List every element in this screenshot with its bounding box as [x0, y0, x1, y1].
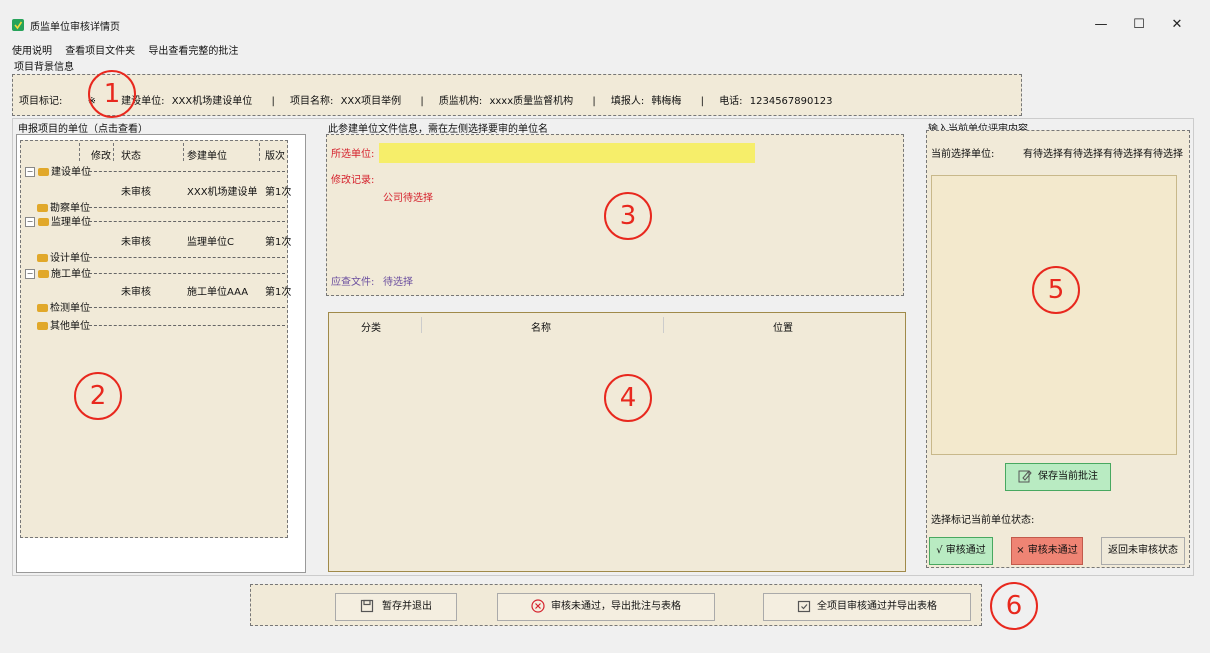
status-label: 选择标记当前单位状态: — [931, 515, 1035, 526]
close-button[interactable]: ✕ — [1168, 16, 1186, 34]
col-category[interactable]: 分类 — [361, 319, 381, 334]
project-info-box: 项目标记: ※ 建设单位: XXX机场建设单位 | 项目名称: XXX项目举例 … — [12, 74, 1022, 116]
calendar-check-icon — [797, 600, 811, 613]
filler-label: 填报人: — [610, 96, 645, 107]
annotation-1: 1 — [88, 70, 136, 118]
project-info-line: 项目标记: ※ 建设单位: XXX机场建设单位 | 项目名称: XXX项目举例 … — [19, 92, 836, 107]
tree-col-modify[interactable]: 修改 — [91, 147, 111, 162]
folder-icon — [38, 270, 49, 278]
tree-group-builder[interactable]: − 建设单位 — [25, 163, 91, 178]
window-title: 质监单位审核详情页 — [30, 22, 120, 33]
tree-col-unit[interactable]: 参建单位 — [187, 147, 227, 162]
separator: | — [271, 96, 275, 107]
reject-export-button[interactable]: 审核未通过，导出批注与表格 — [497, 593, 715, 621]
approve-button[interactable]: √ 审核通过 — [929, 537, 993, 565]
collapse-icon[interactable]: − — [25, 217, 35, 227]
menu-item-export-annotations[interactable]: 导出查看完整的批注 — [148, 42, 238, 57]
annotation-2: 2 — [74, 372, 122, 420]
tree-col-status[interactable]: 状态 — [121, 147, 141, 162]
tree-row-unit[interactable]: XXX机场建设单 — [187, 183, 263, 198]
review-files-value: 待选择 — [383, 277, 413, 288]
filler-value: 韩梅梅 — [651, 96, 682, 107]
approve-all-export-button[interactable]: 全项目审核通过并导出表格 — [763, 593, 971, 621]
save-annotation-button[interactable]: 保存当前批注 — [1005, 463, 1111, 491]
annotation-3: 3 — [604, 192, 652, 240]
separator: | — [592, 96, 596, 107]
maximize-button[interactable]: ☐ — [1130, 16, 1148, 34]
collapse-icon[interactable]: − — [25, 167, 35, 177]
app-icon — [12, 19, 24, 31]
agency-value: xxxx质量监督机构 — [489, 96, 574, 107]
folder-icon — [38, 168, 49, 176]
tree-row-version[interactable]: 第1次 — [265, 283, 291, 298]
col-name[interactable]: 名称 — [531, 319, 551, 334]
bottom-button-bar: 暂存并退出 审核未通过，导出批注与表格 全项目审核通过并导出表格 — [250, 584, 982, 626]
folder-icon — [37, 304, 48, 312]
tree-group-other[interactable]: 其他单位 — [37, 317, 90, 332]
collapse-icon[interactable]: − — [25, 269, 35, 279]
reject-button[interactable]: × 审核未通过 — [1011, 537, 1083, 565]
title-bar: 质监单位审核详情页 — ☐ ✕ — [0, 0, 1210, 40]
folder-icon — [37, 204, 48, 212]
project-section-title: 项目背景信息 — [14, 62, 74, 73]
builder-value: XXX机场建设单位 — [171, 96, 253, 107]
modify-record-value: 公司待选择 — [383, 193, 433, 204]
modify-record-label: 修改记录: — [331, 175, 375, 186]
selected-unit-label: 所选单位: — [331, 149, 375, 160]
annotation-4: 4 — [604, 374, 652, 422]
menu-item-help[interactable]: 使用说明 — [12, 42, 52, 57]
tree-group-supervisor[interactable]: − 监理单位 — [25, 213, 91, 228]
mark-label: 项目标记: — [19, 96, 63, 107]
save-exit-button[interactable]: 暂存并退出 — [335, 593, 457, 621]
tree-col-version[interactable]: 版次 — [265, 147, 285, 162]
tree-group-testing[interactable]: 检测单位 — [37, 299, 90, 314]
tree-row-version[interactable]: 第1次 — [265, 183, 291, 198]
tree-group-design[interactable]: 设计单位 — [37, 249, 90, 264]
current-unit-value: 有待选择有待选择有待选择有待选择 — [1023, 149, 1183, 160]
folder-icon — [37, 254, 48, 262]
unit-tree[interactable]: 修改 状态 参建单位 版次 − 建设单位 未审核 XXX机场建设单 第1次 勘察单… — [20, 140, 291, 538]
project-name-label: 项目名称: — [290, 96, 334, 107]
current-unit-label: 当前选择单位: — [931, 149, 995, 160]
tree-row-status[interactable]: 未审核 — [121, 233, 151, 248]
annotation-5: 5 — [1032, 266, 1080, 314]
separator: | — [700, 96, 704, 107]
review-box: 当前选择单位: 有待选择有待选择有待选择有待选择 保存当前批注 选择标记当前单位… — [926, 130, 1190, 568]
menu-bar: 使用说明 查看项目文件夹 导出查看完整的批注 — [12, 42, 248, 57]
tree-group-survey[interactable]: 勘察单位 — [37, 199, 90, 214]
folder-icon — [38, 218, 49, 226]
folder-icon — [37, 322, 48, 330]
middle-section-title: 此参建单位文件信息，需在左侧选择要审的单位名 — [328, 124, 548, 135]
phone-label: 电话: — [719, 96, 743, 107]
project-name-value: XXX项目举例 — [340, 96, 402, 107]
left-section-title: 申报项目的单位（点击查看） — [18, 124, 148, 135]
file-table[interactable]: 分类 名称 位置 — [328, 312, 906, 572]
annotation-6: 6 — [990, 582, 1038, 630]
save-icon — [360, 599, 374, 613]
selected-unit-field — [379, 143, 755, 163]
tree-row-unit[interactable]: 施工单位AAA — [187, 283, 248, 298]
agency-label: 质监机构: — [438, 96, 483, 107]
col-location[interactable]: 位置 — [773, 319, 793, 334]
tree-row-status[interactable]: 未审核 — [121, 183, 151, 198]
phone-value: 1234567890123 — [749, 96, 833, 107]
tree-row-unit[interactable]: 监理单位C — [187, 233, 234, 248]
minimize-button[interactable]: — — [1092, 16, 1110, 34]
separator: | — [420, 96, 424, 107]
menu-item-open-folder[interactable]: 查看项目文件夹 — [65, 42, 135, 57]
tree-group-construction[interactable]: − 施工单位 — [25, 265, 91, 280]
edit-icon — [1018, 470, 1032, 483]
tree-row-status[interactable]: 未审核 — [121, 283, 151, 298]
circle-x-icon — [531, 599, 545, 613]
review-files-label: 应查文件: — [331, 277, 375, 288]
tree-row-version[interactable]: 第1次 — [265, 233, 291, 248]
reset-status-button[interactable]: 返回未审核状态 — [1101, 537, 1185, 565]
review-text-area[interactable] — [931, 175, 1177, 455]
